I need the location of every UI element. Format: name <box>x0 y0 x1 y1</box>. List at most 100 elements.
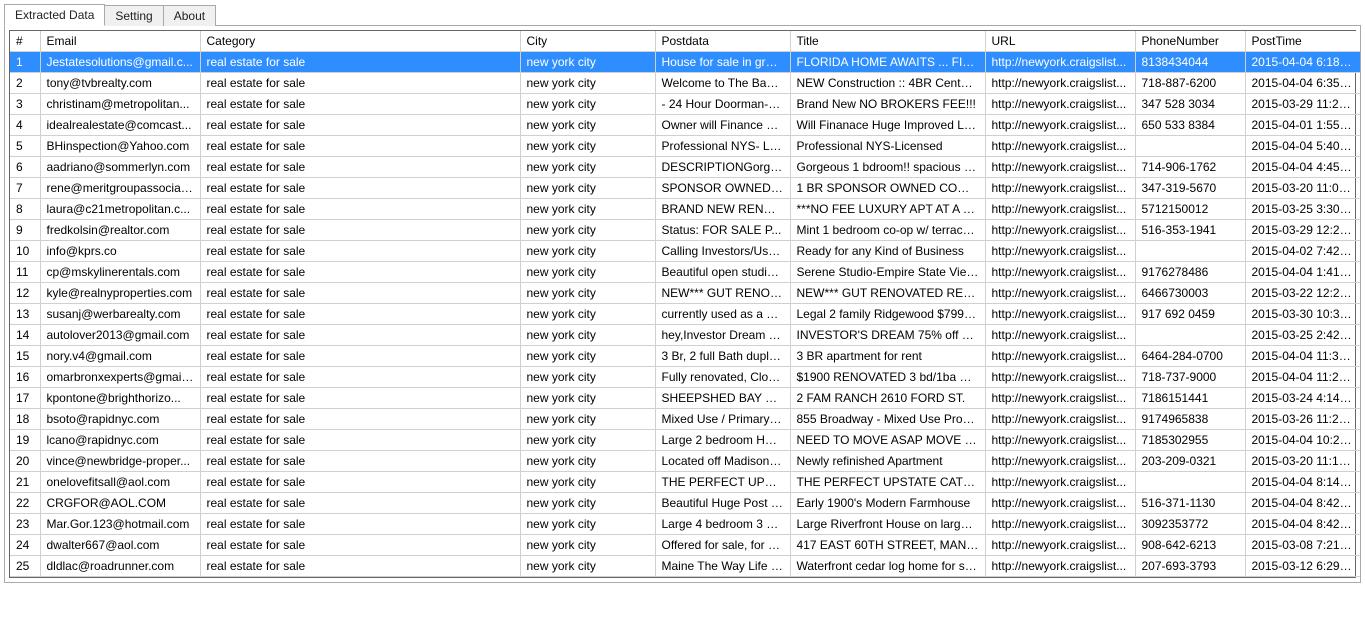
cell-category: real estate for sale <box>200 535 520 556</box>
table-row[interactable]: 9fredkolsin@realtor.comreal estate for s… <box>10 220 1360 241</box>
table-row[interactable]: 6aadriano@sommerlyn.comreal estate for s… <box>10 157 1360 178</box>
cell-url: http://newyork.craigslist... <box>985 220 1135 241</box>
cell-category: real estate for sale <box>200 451 520 472</box>
cell-email: Mar.Gor.123@hotmail.com <box>40 514 200 535</box>
table-row[interactable]: 15nory.v4@gmail.comreal estate for salen… <box>10 346 1360 367</box>
table-row[interactable]: 11cp@mskylinerentals.comreal estate for … <box>10 262 1360 283</box>
table-row[interactable]: 7rene@meritgroupassociat...real estate f… <box>10 178 1360 199</box>
cell-title: Professional NYS-Licensed <box>790 136 985 157</box>
cell-index: 10 <box>10 241 40 262</box>
col-posttime[interactable]: PostTime <box>1245 31 1360 52</box>
table-row[interactable]: 8laura@c21metropolitan.c...real estate f… <box>10 199 1360 220</box>
cell-email: tony@tvbrealty.com <box>40 73 200 94</box>
table-row[interactable]: 22CRGFOR@AOL.COMreal estate for salenew … <box>10 493 1360 514</box>
cell-url: http://newyork.craigslist... <box>985 409 1135 430</box>
cell-email: BHinspection@Yahoo.com <box>40 136 200 157</box>
table-row[interactable]: 3christinam@metropolitan...real estate f… <box>10 94 1360 115</box>
cell-city: new york city <box>520 262 655 283</box>
cell-postdata: SPONSOR OWNED, N... <box>655 178 790 199</box>
cell-category: real estate for sale <box>200 157 520 178</box>
table-row[interactable]: 1Jestatesolutions@gmail.c...real estate … <box>10 52 1360 73</box>
table-row[interactable]: 25dldlac@roadrunner.comreal estate for s… <box>10 556 1360 577</box>
cell-city: new york city <box>520 514 655 535</box>
cell-category: real estate for sale <box>200 262 520 283</box>
cell-city: new york city <box>520 556 655 577</box>
tab-setting[interactable]: Setting <box>104 5 163 26</box>
cell-postdata: currently used as a 1 fa... <box>655 304 790 325</box>
table-row[interactable]: 5BHinspection@Yahoo.comreal estate for s… <box>10 136 1360 157</box>
cell-url: http://newyork.craigslist... <box>985 430 1135 451</box>
table-row[interactable]: 13susanj@werbarealty.comreal estate for … <box>10 304 1360 325</box>
table-row[interactable]: 21onelovefitsall@aol.comreal estate for … <box>10 472 1360 493</box>
cell-phone: 7186151441 <box>1135 388 1245 409</box>
col-title[interactable]: Title <box>790 31 985 52</box>
cell-phone <box>1135 325 1245 346</box>
cell-city: new york city <box>520 52 655 73</box>
cell-url: http://newyork.craigslist... <box>985 493 1135 514</box>
table-row[interactable]: 18bsoto@rapidnyc.comreal estate for sale… <box>10 409 1360 430</box>
cell-index: 18 <box>10 409 40 430</box>
cell-posttime: 2015-04-04 8:42am <box>1245 514 1360 535</box>
cell-postdata: SHEEPSHED BAY Large ... <box>655 388 790 409</box>
cell-email: onelovefitsall@aol.com <box>40 472 200 493</box>
cell-title: Will Finanace Huge Improved Lots ... <box>790 115 985 136</box>
cell-category: real estate for sale <box>200 388 520 409</box>
cell-category: real estate for sale <box>200 241 520 262</box>
cell-email: autolover2013@gmail.com <box>40 325 200 346</box>
cell-index: 14 <box>10 325 40 346</box>
table-row[interactable]: 19lcano@rapidnyc.comreal estate for sale… <box>10 430 1360 451</box>
cell-url: http://newyork.craigslist... <box>985 535 1135 556</box>
tab-panel: # Email Category City Postdata Title URL… <box>4 25 1361 583</box>
cell-url: http://newyork.craigslist... <box>985 472 1135 493</box>
cell-city: new york city <box>520 325 655 346</box>
table-row[interactable]: 12kyle@realnyproperties.comreal estate f… <box>10 283 1360 304</box>
col-phone[interactable]: PhoneNumber <box>1135 31 1245 52</box>
col-category[interactable]: Category <box>200 31 520 52</box>
cell-posttime: 2015-04-04 10:21am <box>1245 430 1360 451</box>
cell-phone <box>1135 472 1245 493</box>
cell-title: 3 BR apartment for rent <box>790 346 985 367</box>
table-row[interactable]: 2tony@tvbrealty.comreal estate for salen… <box>10 73 1360 94</box>
col-index[interactable]: # <box>10 31 40 52</box>
data-grid[interactable]: # Email Category City Postdata Title URL… <box>9 30 1356 578</box>
table-row[interactable]: 23Mar.Gor.123@hotmail.comreal estate for… <box>10 514 1360 535</box>
cell-category: real estate for sale <box>200 52 520 73</box>
table-row[interactable]: 4idealrealestate@comcast...real estate f… <box>10 115 1360 136</box>
col-url[interactable]: URL <box>985 31 1135 52</box>
cell-email: fredkolsin@realtor.com <box>40 220 200 241</box>
cell-posttime: 2015-03-08 7:21am <box>1245 535 1360 556</box>
cell-email: laura@c21metropolitan.c... <box>40 199 200 220</box>
table-row[interactable]: 16omarbronxexperts@gmail...real estate f… <box>10 367 1360 388</box>
cell-city: new york city <box>520 388 655 409</box>
cell-title: Newly refinished Apartment <box>790 451 985 472</box>
tab-strip: Extracted Data Setting About <box>4 4 1361 26</box>
cell-city: new york city <box>520 535 655 556</box>
cell-posttime: 2015-04-04 8:14am <box>1245 472 1360 493</box>
cell-index: 23 <box>10 514 40 535</box>
table-row[interactable]: 14autolover2013@gmail.comreal estate for… <box>10 325 1360 346</box>
col-email[interactable]: Email <box>40 31 200 52</box>
table-row[interactable]: 17kpontone@brighthorizo...real estate fo… <box>10 388 1360 409</box>
cell-postdata: Status: FOR SALE P... <box>655 220 790 241</box>
cell-title: $1900 RENOVATED 3 bd/1ba Multi-... <box>790 367 985 388</box>
tab-about[interactable]: About <box>163 5 216 26</box>
cell-city: new york city <box>520 472 655 493</box>
cell-posttime: 2015-03-25 3:30pm <box>1245 199 1360 220</box>
cell-url: http://newyork.craigslist... <box>985 94 1135 115</box>
tab-extracted-data[interactable]: Extracted Data <box>4 4 105 26</box>
cell-email: info@kprs.co <box>40 241 200 262</box>
cell-index: 5 <box>10 136 40 157</box>
cell-title: Serene Studio-Empire State View-C... <box>790 262 985 283</box>
col-postdata[interactable]: Postdata <box>655 31 790 52</box>
cell-title: 855 Broadway - Mixed Use Propert... <box>790 409 985 430</box>
cell-phone: 5712150012 <box>1135 199 1245 220</box>
col-city[interactable]: City <box>520 31 655 52</box>
cell-title: Mint 1 bedroom co-op w/ terrace !!! <box>790 220 985 241</box>
cell-category: real estate for sale <box>200 115 520 136</box>
table-row[interactable]: 24dwalter667@aol.comreal estate for sale… <box>10 535 1360 556</box>
cell-postdata: Beautiful Huge Post an... <box>655 493 790 514</box>
table-row[interactable]: 10info@kprs.coreal estate for salenew yo… <box>10 241 1360 262</box>
cell-index: 22 <box>10 493 40 514</box>
table-row[interactable]: 20vince@newbridge-proper...real estate f… <box>10 451 1360 472</box>
cell-city: new york city <box>520 94 655 115</box>
